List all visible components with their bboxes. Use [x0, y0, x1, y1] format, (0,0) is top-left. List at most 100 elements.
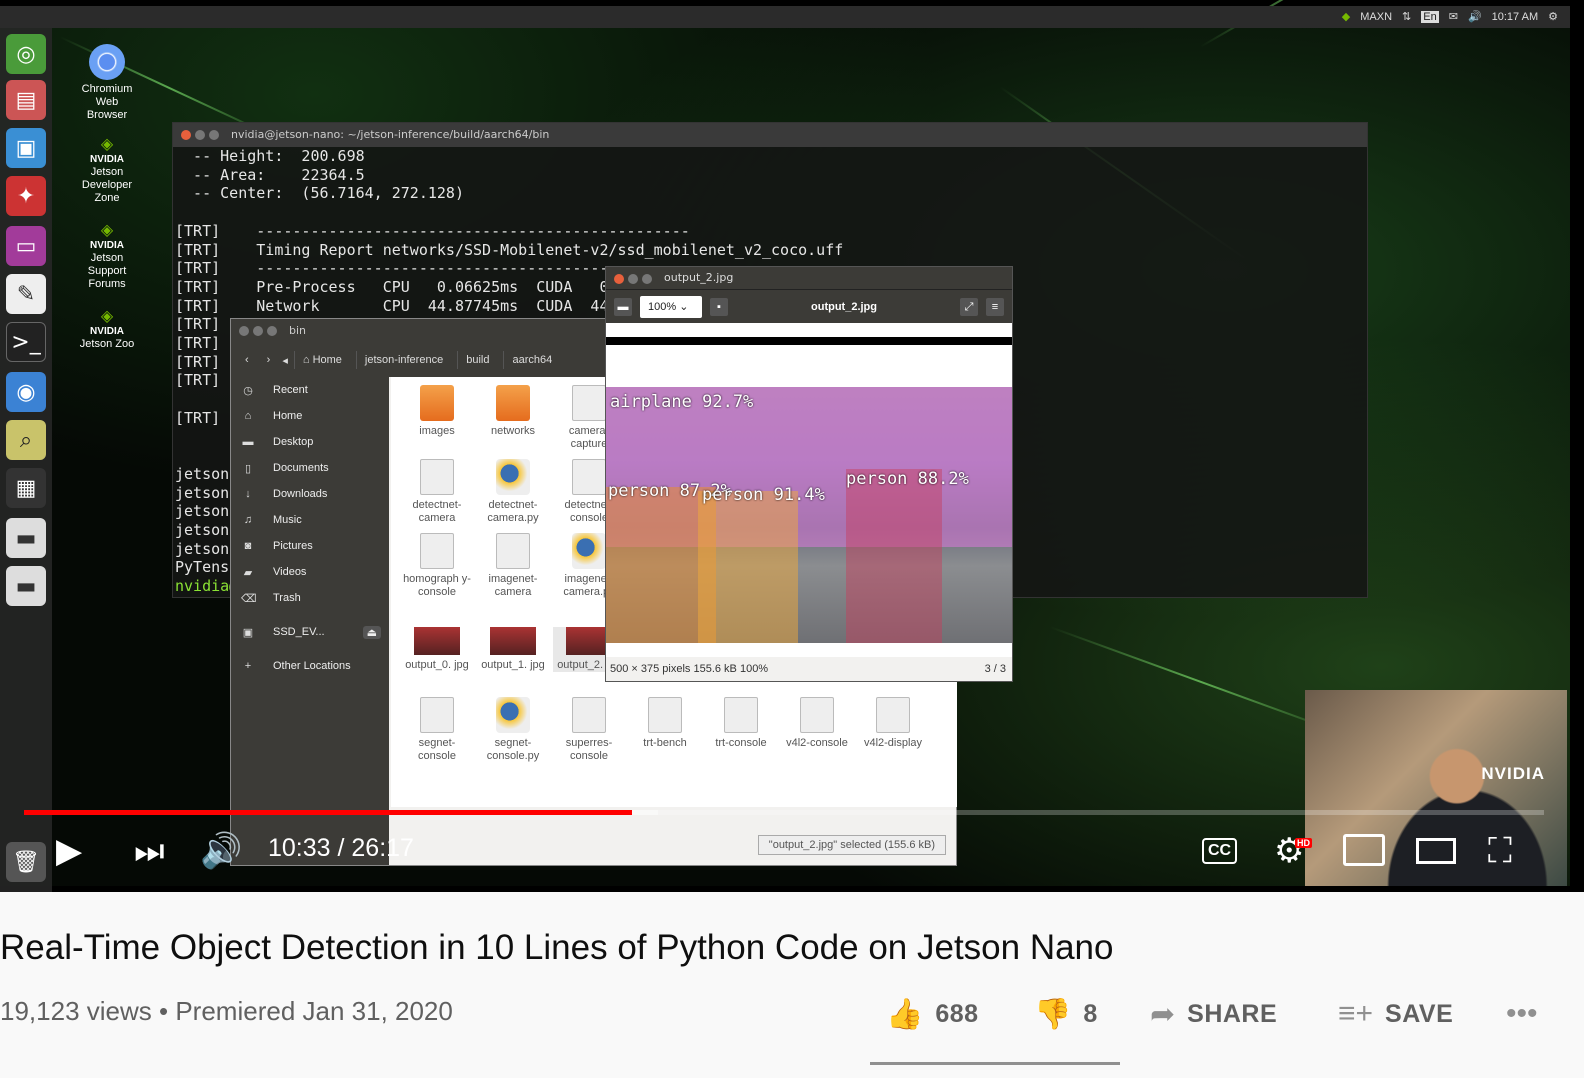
launcher-search-icon[interactable]: ◎ [6, 34, 46, 74]
sidebar-item[interactable]: ⌫ Trash [231, 585, 389, 611]
file-item[interactable]: trt-console [705, 697, 777, 750]
file-item[interactable]: detectnet-camera.py [477, 459, 549, 525]
desktop-icon-jetson-zoo[interactable]: ◈ NVIDIA Jetson Zoo [71, 309, 143, 351]
launcher-workspace-icon[interactable]: ▦ [6, 468, 46, 508]
power-mode-label[interactable]: MAXN [1360, 11, 1392, 23]
sidebar-item[interactable]: ◷ Recent [231, 377, 389, 403]
close-icon[interactable] [239, 326, 249, 336]
launcher-store-icon[interactable]: ▣ [6, 128, 46, 168]
zoom-select[interactable]: 100% ⌄ [640, 295, 702, 318]
clock[interactable]: 10:17 AM [1492, 11, 1538, 23]
eject-icon[interactable]: ⏏ [362, 625, 381, 639]
launcher-settings-icon[interactable]: ✦ [6, 176, 46, 216]
file-item[interactable]: detectnet-camera [401, 459, 473, 525]
minimize-icon[interactable] [628, 274, 638, 284]
miniplayer-icon[interactable] [1343, 834, 1385, 866]
sidebar-item[interactable]: ↓ Downloads [231, 481, 389, 507]
menu-icon[interactable]: ≡ [986, 297, 1004, 316]
sidebar-item[interactable]: ▣ SSD_EV... ⏏ [231, 619, 389, 645]
launcher-files-icon[interactable]: ▤ [6, 80, 46, 120]
launcher-image-viewer-icon[interactable]: ⌕ [6, 420, 46, 460]
file-item[interactable]: superres-console [553, 697, 625, 763]
sidebar-item[interactable]: ◙ Pictures [231, 533, 389, 559]
file-item[interactable]: v4l2-display [857, 697, 929, 750]
launcher-drive2-icon[interactable]: ▬ [6, 566, 46, 606]
forward-icon[interactable]: › [261, 354, 277, 366]
mail-icon[interactable]: ✉ [1449, 10, 1458, 23]
progress-bar[interactable] [24, 810, 1544, 815]
maximize-icon[interactable] [642, 274, 652, 284]
more-actions-button[interactable]: ••• [1506, 997, 1538, 1031]
play-icon[interactable]: ▶ [56, 834, 82, 868]
sidebar-item[interactable]: ▯ Documents [231, 455, 389, 481]
file-item[interactable]: segnet-console.py [477, 697, 549, 763]
fullscreen-icon[interactable]: ⤢ [960, 297, 978, 316]
network-icon[interactable]: ⇅ [1402, 10, 1411, 23]
keyboard-layout[interactable]: En [1421, 10, 1439, 23]
launcher-editor-icon[interactable]: ✎ [6, 274, 46, 314]
desktop-icon-label: Browser [86, 109, 128, 121]
viewer-titlebar[interactable]: output_2.jpg [606, 267, 1012, 289]
person-box [698, 491, 798, 643]
settings-gear-icon[interactable]: ⚙ [1548, 10, 1558, 23]
sidebar-item[interactable]: ▬ Desktop [231, 429, 389, 455]
launcher-presentation-icon[interactable]: ▭ [6, 226, 46, 266]
system-top-bar: ◆ MAXN ⇅ En ✉ 🔊 10:17 AM ⚙ [0, 6, 1570, 28]
detection-label-person: person 88.2% [846, 469, 969, 489]
more-dots-icon: ••• [1506, 997, 1538, 1030]
terminal-titlebar[interactable]: nvidia@jetson-nano: ~/jetson-inference/b… [173, 123, 1367, 147]
save-button[interactable]: ≡+ SAVE [1338, 997, 1453, 1031]
sidebar-item[interactable]: ⌂ Home [231, 403, 389, 429]
file-item[interactable]: output_0. jpg [401, 627, 473, 672]
minimize-icon[interactable] [253, 326, 263, 336]
theater-mode-icon[interactable] [1416, 838, 1456, 864]
file-item[interactable]: output_1. jpg [477, 627, 549, 672]
file-item[interactable]: trt-bench [629, 697, 701, 750]
desktop-icon-chromium[interactable]: Chromium Web Browser [71, 44, 143, 122]
minimize-icon[interactable] [195, 130, 205, 140]
sidebar-item[interactable]: ▰ Videos [231, 559, 389, 585]
file-item[interactable]: v4l2-console [781, 697, 853, 750]
captions-icon[interactable]: CC [1202, 838, 1238, 864]
file-item[interactable]: images [401, 385, 473, 438]
volume-icon[interactable]: 🔊 [1468, 10, 1482, 23]
close-icon[interactable] [181, 130, 191, 140]
fullscreen-icon[interactable]: ⛶ [1488, 834, 1512, 868]
file-item[interactable]: networks [477, 385, 549, 438]
nvidia-power-icon[interactable]: ◆ [1342, 10, 1350, 23]
launcher-drive-icon[interactable]: ▬ [6, 518, 46, 558]
image-viewer-window[interactable]: output_2.jpg ▬ 100% ⌄ ▪ output_2.jpg ⤢ ≡… [605, 266, 1013, 682]
file-icon [876, 697, 910, 733]
sidebar-item-label: Home [273, 410, 303, 422]
file-item[interactable]: homograph y-console [401, 533, 473, 599]
breadcrumb-item[interactable]: aarch64 [503, 351, 560, 369]
breadcrumb-item[interactable]: build [457, 351, 497, 369]
close-icon[interactable] [614, 274, 624, 284]
desktop-icon-forums[interactable]: ◈ NVIDIA Jetson Support Forums [71, 223, 143, 291]
maximize-icon[interactable] [267, 326, 277, 336]
volume-icon[interactable]: 🔊 [200, 834, 242, 868]
share-button[interactable]: ➦ SHARE [1150, 997, 1277, 1032]
launcher-trash-icon[interactable]: 🗑 [6, 842, 46, 882]
launcher-terminal-icon[interactable]: >_ [6, 322, 46, 362]
sidebar-item[interactable]: + Other Locations [231, 653, 389, 679]
desktop-icon-dev-zone[interactable]: ◈ NVIDIA Jetson Developer Zone [71, 137, 143, 205]
dislike-button[interactable]: 👎 8 [1034, 997, 1098, 1032]
zoom-in-icon[interactable]: ▪ [710, 297, 728, 316]
video-player[interactable]: ◆ MAXN ⇅ En ✉ 🔊 10:17 AM ⚙ ◎ ▤ ▣ ✦ ▭ ✎ >… [0, 0, 1584, 892]
back-icon[interactable]: ‹ [239, 354, 255, 366]
zoom-out-icon[interactable]: ▬ [614, 297, 632, 316]
like-button[interactable]: 👍 688 [886, 997, 979, 1032]
crumb-left-icon[interactable]: ◂ [282, 354, 288, 367]
breadcrumb-item[interactable]: jetson-inference [355, 351, 451, 369]
sidebar-item[interactable]: ♫ Music [231, 507, 389, 533]
maximize-icon[interactable] [209, 130, 219, 140]
next-icon[interactable]: ⏭ [134, 834, 165, 868]
launcher-chromium-icon[interactable]: ◉ [6, 372, 46, 412]
python-file-icon [496, 697, 530, 733]
file-item[interactable]: segnet-console [401, 697, 473, 763]
sidebar-item-label: Downloads [273, 488, 328, 500]
detection-image[interactable]: airplane 92.7% person 87.2% person 91.4%… [606, 337, 1012, 647]
breadcrumb-home[interactable]: ⌂ Home [293, 351, 350, 369]
file-item[interactable]: imagenet-camera [477, 533, 549, 599]
